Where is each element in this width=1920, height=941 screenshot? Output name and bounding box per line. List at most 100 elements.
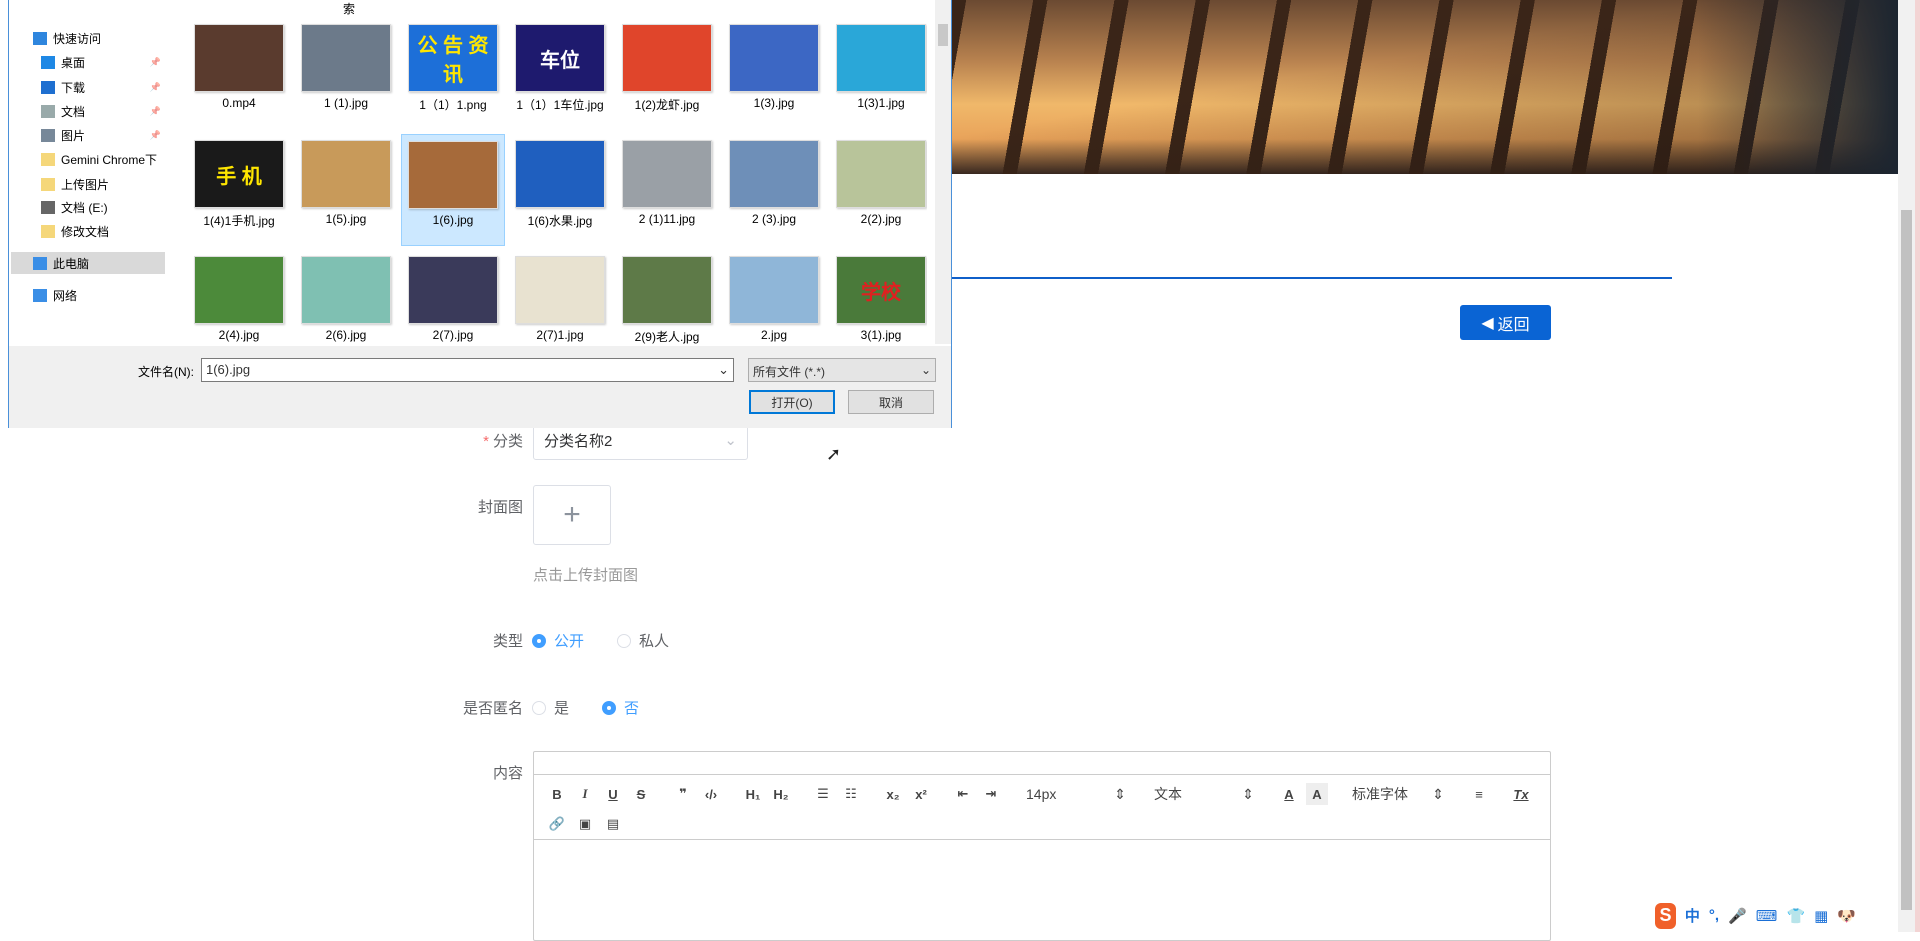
file-item[interactable]: 1(6).jpg — [401, 134, 505, 246]
header-select[interactable]: 文本 ⇕ — [1150, 783, 1258, 805]
image-button[interactable]: ▣ — [574, 813, 596, 835]
category-label: * 分类 — [483, 433, 523, 450]
cancel-button[interactable]: 取消 — [848, 390, 934, 414]
file-name: 2 (3).jpg — [751, 212, 797, 226]
background-color-button[interactable]: A — [1306, 783, 1328, 805]
image-thumbnail — [301, 24, 391, 92]
nav-item[interactable]: 快速访问 — [11, 27, 165, 49]
outdent-button[interactable]: ⇤ — [952, 783, 974, 805]
file-item[interactable]: 1(3)1.jpg — [829, 18, 927, 130]
anonymous-label: 是否匿名 — [462, 700, 523, 717]
ime-keyboard-icon[interactable]: ⌨ — [1756, 907, 1778, 925]
image-thumbnail: 车位 — [515, 24, 605, 92]
back-button[interactable]: ◀ 返回 — [1460, 305, 1551, 340]
clear-format-button[interactable]: Tx — [1510, 783, 1532, 805]
ime-punctuation-icon[interactable]: °, — [1709, 907, 1719, 924]
font-family-select[interactable]: 标准字体 ⇕ — [1348, 783, 1448, 805]
file-item[interactable]: 1(6)水果.jpg — [508, 134, 612, 246]
file-item[interactable]: 2(4).jpg — [187, 250, 291, 344]
file-item[interactable]: 2(7).jpg — [401, 250, 505, 344]
nav-item[interactable]: 文档 (E:) — [11, 196, 165, 218]
bold-button[interactable]: B — [546, 783, 568, 805]
rich-text-editor[interactable]: B I U S ❞ ‹/› H₁ H₂ ☰ ☷ x₂ x² ⇤ ⇥ 14px ⇕ … — [533, 751, 1551, 941]
file-open-dialog: 索 快速访问 桌面 📌 下载 📌 文档 📌 图片 📌 Gemini Chrome下 上传图片 文档 (… — [8, 0, 952, 428]
file-item[interactable]: 1(5).jpg — [294, 134, 398, 246]
file-item[interactable]: 2(6).jpg — [294, 250, 398, 344]
image-thumbnail — [408, 141, 498, 209]
nav-item[interactable]: Gemini Chrome下 — [11, 148, 165, 170]
dialog-scrollbar-thumb[interactable] — [938, 24, 948, 46]
open-button[interactable]: 打开(O) — [749, 390, 835, 414]
nav-item[interactable]: 桌面 📌 — [11, 51, 165, 73]
ime-mascot-icon[interactable]: 🐶 — [1837, 907, 1856, 925]
file-item[interactable]: 手 机 1(4)1手机.jpg — [187, 134, 291, 246]
file-item[interactable]: 2(9)老人.jpg — [615, 250, 719, 344]
file-name: 1(2)龙虾.jpg — [634, 98, 700, 112]
header2-button[interactable]: H₂ — [770, 783, 792, 805]
file-item[interactable]: 车位 1（1）1车位.jpg — [508, 18, 612, 130]
superscript-button[interactable]: x² — [910, 783, 932, 805]
sogou-logo-icon[interactable]: S — [1655, 902, 1676, 929]
underline-button[interactable]: U — [602, 783, 624, 805]
type-radio-private[interactable]: 私人 — [617, 630, 669, 651]
strike-button[interactable]: S — [630, 783, 652, 805]
caret-left-icon: ◀ — [1481, 314, 1494, 332]
image-thumbnail — [836, 140, 926, 208]
file-name: 2.jpg — [760, 328, 788, 342]
anonymous-radio-yes[interactable]: 是 — [532, 697, 569, 718]
type-radio-public[interactable]: 公开 — [532, 630, 584, 651]
ime-toolbox-icon[interactable]: ▦ — [1814, 907, 1828, 925]
nav-item[interactable]: 图片 📌 — [11, 124, 165, 146]
image-thumbnail — [408, 256, 498, 324]
ime-chinese-mode[interactable]: 中 — [1685, 905, 1700, 926]
file-type-select[interactable]: 所有文件 (*.*) ⌄ — [748, 358, 936, 382]
file-name: 1(6)水果.jpg — [527, 214, 593, 228]
mouse-cursor-icon: ➚ — [826, 444, 842, 464]
title-divider — [952, 277, 1672, 279]
file-item[interactable]: 2 (3).jpg — [722, 134, 826, 246]
link-button[interactable]: 🔗 — [546, 813, 568, 835]
image-thumbnail — [301, 256, 391, 324]
cover-upload-button[interactable]: + — [533, 485, 611, 545]
font-size-select[interactable]: 14px ⇕ — [1022, 783, 1130, 805]
file-item[interactable]: 2(2).jpg — [829, 134, 927, 246]
anonymous-radio-no[interactable]: 否 — [602, 697, 639, 718]
font-color-button[interactable]: A — [1278, 783, 1300, 805]
file-item[interactable]: 2 (1)11.jpg — [615, 134, 719, 246]
nav-item[interactable]: 修改文档 — [11, 220, 165, 242]
bullet-list-button[interactable]: ☷ — [840, 783, 862, 805]
nav-item[interactable]: 下载 📌 — [11, 76, 165, 98]
ime-toolbar[interactable]: S 中 °, 🎤 ⌨ 👕 ▦ 🐶 — [1655, 902, 1856, 929]
indent-button[interactable]: ⇥ — [980, 783, 1002, 805]
file-name: 1(4)1手机.jpg — [203, 214, 275, 228]
align-button[interactable]: ≡ — [1468, 783, 1490, 805]
nav-item[interactable]: 此电脑 — [11, 252, 165, 274]
image-thumbnail — [729, 24, 819, 92]
filename-input[interactable]: 1(6).jpg ⌄ — [201, 358, 734, 382]
file-item[interactable]: 2.jpg — [722, 250, 826, 344]
file-name: 1（1）1.png — [419, 98, 487, 112]
file-item[interactable]: 1(3).jpg — [722, 18, 826, 130]
file-item[interactable]: 2(7)1.jpg — [508, 250, 612, 344]
nav-item[interactable]: 上传图片 — [11, 173, 165, 195]
image-thumbnail — [622, 24, 712, 92]
ordered-list-button[interactable]: ☰ — [812, 783, 834, 805]
ime-microphone-icon[interactable]: 🎤 — [1728, 907, 1747, 925]
nav-item[interactable]: 网络 — [11, 284, 165, 306]
video-button[interactable]: ▤ — [602, 813, 624, 835]
image-thumbnail — [515, 256, 605, 324]
code-block-button[interactable]: ‹/› — [700, 783, 722, 805]
file-item[interactable]: 学校 3(1).jpg — [829, 250, 927, 344]
file-item[interactable]: 1 (1).jpg — [294, 18, 398, 130]
dialog-scrollbar[interactable] — [935, 0, 951, 344]
file-item[interactable]: 0.mp4 — [187, 18, 291, 130]
nav-item[interactable]: 文档 📌 — [11, 100, 165, 122]
file-item[interactable]: 公 告 资 讯 1（1）1.png — [401, 18, 505, 130]
header1-button[interactable]: H₁ — [742, 783, 764, 805]
blockquote-button[interactable]: ❞ — [672, 783, 694, 805]
page-scrollbar-thumb[interactable] — [1901, 210, 1912, 910]
italic-button[interactable]: I — [574, 783, 596, 805]
file-item[interactable]: 1(2)龙虾.jpg — [615, 18, 719, 130]
ime-skin-icon[interactable]: 👕 — [1786, 907, 1805, 925]
subscript-button[interactable]: x₂ — [882, 783, 904, 805]
